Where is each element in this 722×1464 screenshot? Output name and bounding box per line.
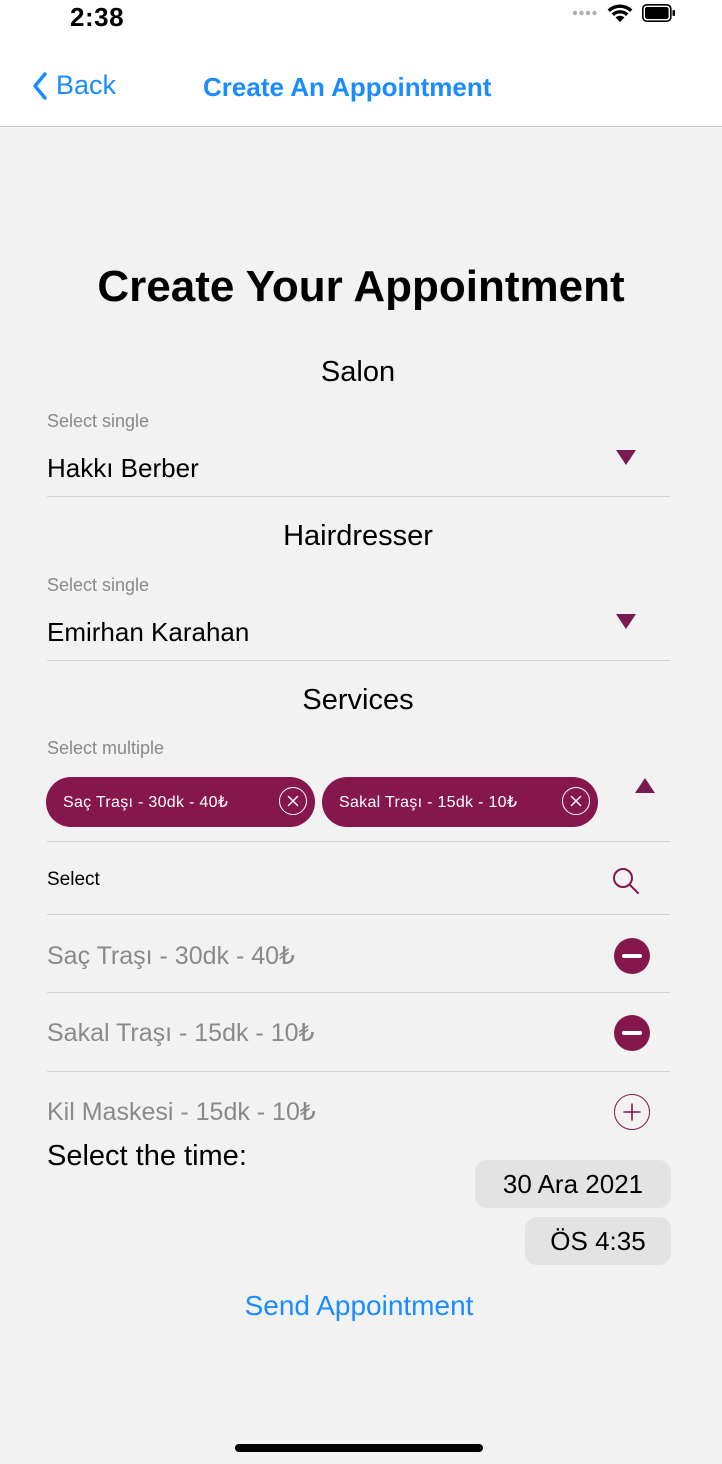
services-hint: Select multiple	[47, 738, 165, 758]
deselect-minus-icon[interactable]	[614, 1015, 650, 1051]
services-divider	[47, 841, 670, 842]
cellular-signal-icon	[572, 10, 597, 16]
remove-chip-icon[interactable]	[279, 787, 307, 815]
service-chip-label: Saç Traşı - 30dk - 40₺	[63, 794, 229, 811]
back-button[interactable]: Back	[32, 70, 116, 101]
time-label: Select the time:	[47, 1140, 247, 1172]
time-picker-button[interactable]: ÖS 4:35	[525, 1217, 671, 1265]
select-plus-icon[interactable]	[614, 1094, 650, 1130]
search-divider	[47, 914, 670, 915]
nav-title: Create An Appointment	[203, 72, 492, 102]
option-divider	[47, 1071, 670, 1072]
hairdresser-section-title: Hairdresser	[283, 520, 433, 552]
salon-hint: Select single	[47, 411, 150, 431]
services-search-label[interactable]: Select	[47, 869, 100, 891]
chevron-left-icon	[33, 71, 47, 100]
service-chip: Saç Traşı - 30dk - 40₺	[46, 777, 315, 827]
navigation-bar: Back Create An Appointment	[0, 44, 722, 127]
status-bar: 2:38	[0, 0, 722, 44]
hairdresser-hint: Select single	[47, 575, 150, 595]
hairdresser-dropdown-arrow-icon[interactable]	[616, 614, 636, 629]
salon-section-title: Salon	[320, 356, 396, 388]
salon-value: Hakkı Berber	[47, 453, 199, 483]
service-chip: Sakal Traşı - 15dk - 10₺	[322, 777, 598, 827]
send-appointment-button[interactable]: Send Appointment	[0, 1290, 718, 1322]
battery-icon	[642, 4, 675, 22]
hairdresser-divider	[47, 660, 670, 661]
services-collapse-arrow-icon[interactable]	[635, 778, 655, 793]
remove-chip-icon[interactable]	[562, 787, 590, 815]
deselect-minus-icon[interactable]	[614, 938, 650, 974]
search-icon[interactable]	[611, 866, 641, 896]
home-indicator	[235, 1444, 483, 1452]
salon-divider	[47, 496, 670, 497]
page-title: Create Your Appointment	[97, 262, 625, 311]
salon-dropdown-arrow-icon[interactable]	[616, 450, 636, 465]
services-section-title: Services	[302, 684, 414, 716]
back-label: Back	[56, 70, 117, 100]
status-time: 2:38	[70, 2, 125, 32]
service-option-label: Sakal Traşı - 15dk - 10₺	[47, 1019, 315, 1047]
wifi-icon	[607, 4, 633, 22]
service-option-label: Kil Maskesi - 15dk - 10₺	[47, 1098, 316, 1126]
service-option-label: Saç Traşı - 30dk - 40₺	[47, 942, 295, 970]
service-chip-label: Sakal Traşı - 15dk - 10₺	[339, 794, 518, 811]
hairdresser-value: Emirhan Karahan	[47, 617, 250, 647]
status-icons	[572, 2, 676, 24]
date-picker-button[interactable]: 30 Ara 2021	[475, 1160, 671, 1208]
option-divider	[47, 992, 670, 993]
